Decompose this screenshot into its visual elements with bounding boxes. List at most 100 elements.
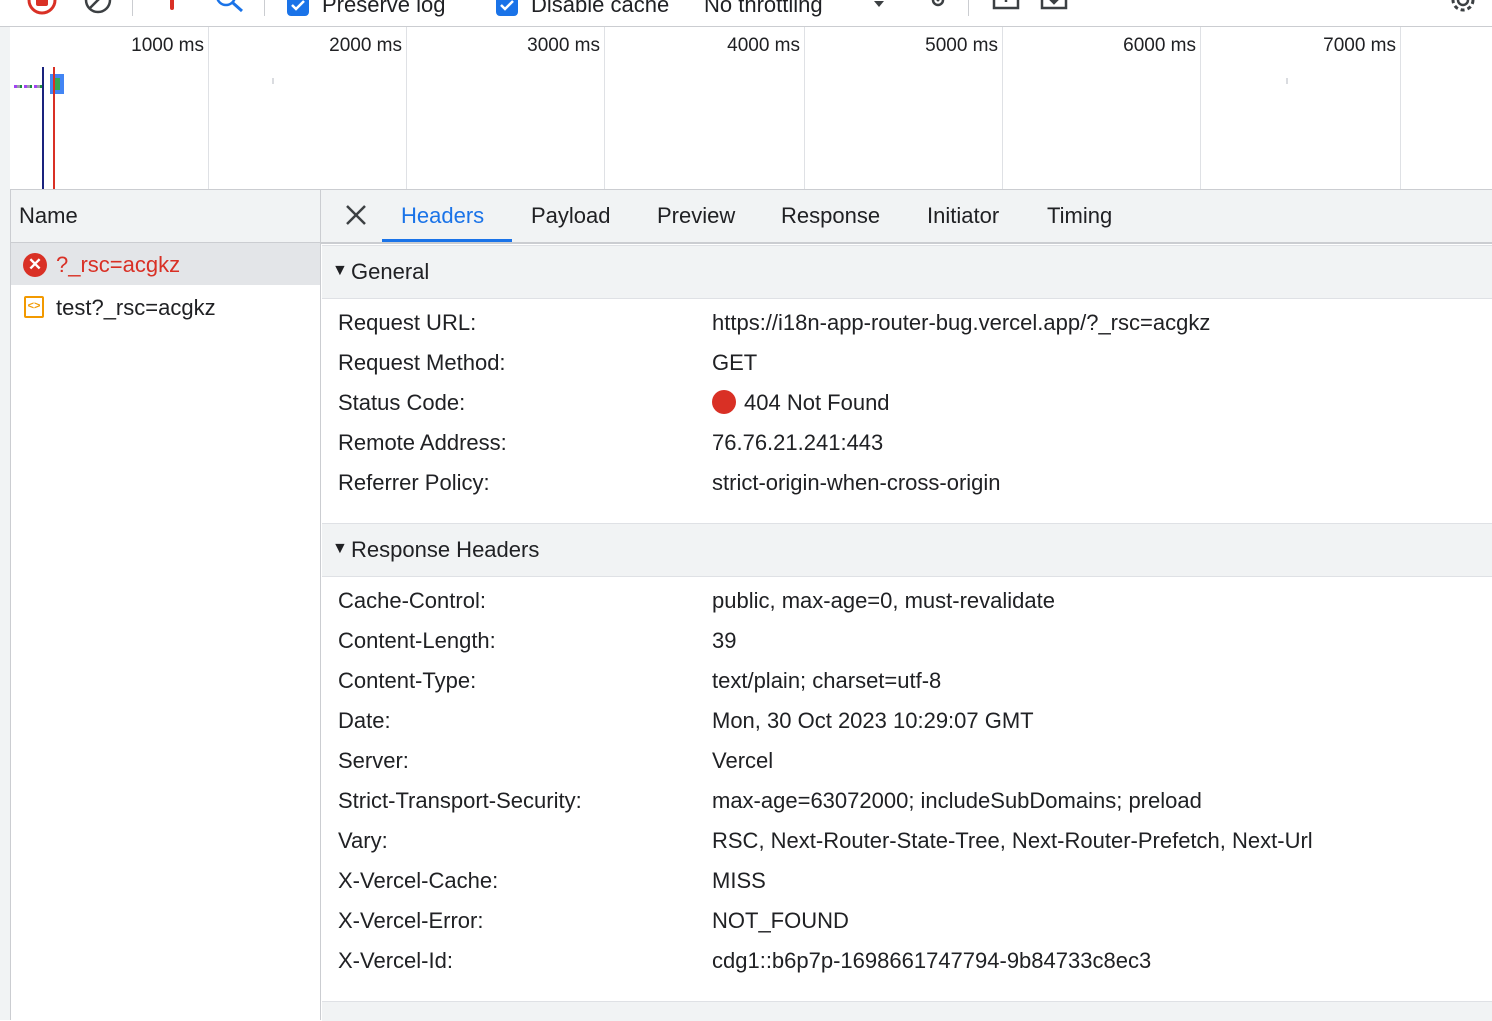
load-event-marker	[53, 67, 55, 189]
header-value: Mon, 30 Oct 2023 10:29:07 GMT	[712, 708, 1034, 733]
toolbar-separator	[264, 0, 265, 16]
tab-timing[interactable]: Timing	[1047, 203, 1112, 229]
tick-label: 3000 ms	[527, 35, 600, 56]
toolbar-separator	[968, 0, 969, 16]
network-conditions-icon[interactable]	[924, 0, 950, 19]
grid-line	[1400, 27, 1401, 189]
header-value: text/plain; charset=utf-8	[712, 668, 942, 693]
request-name: ?_rsc=acgkz	[56, 252, 181, 277]
header-row: Remote Address: 76.76.21.241:443	[322, 423, 1492, 463]
header-value: cdg1::b6p7p-1698661747794-9b84733c8ec3	[712, 948, 1152, 973]
header-key: Request URL:	[338, 310, 477, 335]
request-headers-section-header[interactable]	[322, 1001, 1492, 1021]
triangle-down-icon: ▼	[332, 540, 348, 557]
tab-initiator[interactable]: Initiator	[927, 203, 999, 229]
error-icon: ✕	[23, 253, 47, 277]
tab-preview[interactable]: Preview	[657, 203, 735, 229]
header-key: Vary:	[338, 828, 388, 853]
request-name: test?_rsc=acgkz	[56, 295, 216, 320]
grid-line	[804, 27, 805, 189]
header-value: https://i18n-app-router-bug.vercel.app/?…	[712, 310, 1211, 335]
header-key: Strict-Transport-Security:	[338, 788, 582, 813]
header-row: X-Vercel-Cache: MISS	[322, 861, 1492, 901]
header-row: Cache-Control: public, max-age=0, must-r…	[322, 581, 1492, 621]
close-icon[interactable]	[343, 202, 369, 228]
tab-payload[interactable]: Payload	[531, 203, 611, 229]
header-key: Referrer Policy:	[338, 470, 490, 495]
request-bars	[14, 85, 44, 88]
tick-label: 5000 ms	[925, 35, 998, 56]
network-toolbar: Preserve log Disable cache No throttling	[0, 0, 1492, 27]
request-row-test-rsc[interactable]: <> test?_rsc=acgkz	[11, 286, 320, 328]
name-column-header[interactable]: Name	[11, 190, 320, 243]
status-value: 404 Not Found	[712, 390, 890, 416]
header-value: Vercel	[712, 748, 774, 773]
tick-label: 2000 ms	[329, 35, 402, 56]
overview-timeline[interactable]: 1000 ms 2000 ms 3000 ms 4000 ms 5000 ms …	[10, 27, 1492, 190]
header-key: Request Method:	[338, 350, 506, 375]
header-row: Vary: RSC, Next-Router-State-Tree, Next-…	[322, 821, 1492, 861]
header-row: Content-Type: text/plain; charset=utf-8	[322, 661, 1492, 701]
document-icon: <>	[24, 296, 44, 318]
header-value: strict-origin-when-cross-origin	[712, 470, 1001, 495]
grid-line	[604, 27, 605, 189]
header-value: max-age=63072000; includeSubDomains; pre…	[712, 788, 1202, 813]
disable-cache-label[interactable]: Disable cache	[531, 0, 669, 18]
grid-line	[406, 27, 407, 189]
disable-cache-checkbox[interactable]	[496, 0, 518, 16]
header-key: X-Vercel-Id:	[338, 948, 453, 973]
header-key: X-Vercel-Cache:	[338, 868, 499, 893]
header-value: 404 Not Found	[744, 390, 890, 415]
header-value: NOT_FOUND	[712, 908, 849, 933]
throttling-select[interactable]: No throttling	[704, 0, 823, 18]
header-value: public, max-age=0, must-revalidate	[712, 588, 1055, 613]
header-value: 39	[712, 628, 737, 653]
header-row: Request URL: https://i18n-app-router-bug…	[322, 303, 1492, 343]
tab-headers[interactable]: Headers	[401, 203, 484, 229]
name-column-label: Name	[19, 203, 78, 228]
toolbar-separator	[132, 0, 133, 16]
detail-tabbar: Headers Payload Preview Response Initiat…	[321, 190, 1492, 244]
request-bar	[1286, 78, 1288, 84]
export-har-icon[interactable]	[1038, 0, 1070, 21]
header-key: Status Code:	[338, 390, 466, 415]
preserve-log-label[interactable]: Preserve log	[322, 0, 446, 18]
search-icon[interactable]	[212, 0, 246, 21]
header-row: X-Vercel-Error: NOT_FOUND	[322, 901, 1492, 941]
header-value: RSC, Next-Router-State-Tree, Next-Router…	[712, 828, 1313, 853]
import-har-icon[interactable]	[990, 0, 1022, 21]
header-key: Cache-Control:	[338, 588, 486, 613]
header-key: X-Vercel-Error:	[338, 908, 484, 933]
header-row: X-Vercel-Id: cdg1::b6p7p-1698661747794-9…	[322, 941, 1492, 981]
panel-splitter[interactable]	[320, 190, 321, 1020]
grid-line	[208, 27, 209, 189]
clear-icon[interactable]	[82, 0, 114, 21]
header-row: Strict-Transport-Security: max-age=63072…	[322, 781, 1492, 821]
gear-icon[interactable]	[1446, 0, 1480, 23]
chevron-down-icon[interactable]	[872, 0, 886, 14]
status-error-dot-icon	[712, 390, 736, 414]
tick-label: 6000 ms	[1123, 35, 1196, 56]
header-value: MISS	[712, 868, 766, 893]
dom-content-loaded-marker	[42, 67, 44, 189]
filter-icon[interactable]	[162, 0, 182, 19]
section-title: General	[351, 259, 430, 284]
section-title: Response Headers	[351, 537, 540, 562]
header-key: Content-Type:	[338, 668, 477, 693]
header-key: Date:	[338, 708, 391, 733]
record-stop-icon[interactable]	[26, 0, 58, 21]
request-bar	[272, 78, 274, 84]
request-list: ✕ ?_rsc=acgkz <> test?_rsc=acgkz	[11, 243, 320, 1020]
triangle-down-icon: ▼	[332, 262, 348, 279]
tick-label: 7000 ms	[1323, 35, 1396, 56]
header-row: Content-Length: 39	[322, 621, 1492, 661]
tab-response[interactable]: Response	[781, 203, 880, 229]
preserve-log-checkbox[interactable]	[287, 0, 309, 16]
header-value: 76.76.21.241:443	[712, 430, 884, 455]
request-row-rsc[interactable]: ✕ ?_rsc=acgkz	[11, 243, 320, 285]
header-row: Server: Vercel	[322, 741, 1492, 781]
tick-label: 4000 ms	[727, 35, 800, 56]
response-headers-section-header[interactable]: ▼ Response Headers	[322, 523, 1492, 577]
general-section-header[interactable]: ▼ General	[322, 245, 1492, 299]
active-tab-indicator	[382, 239, 512, 242]
